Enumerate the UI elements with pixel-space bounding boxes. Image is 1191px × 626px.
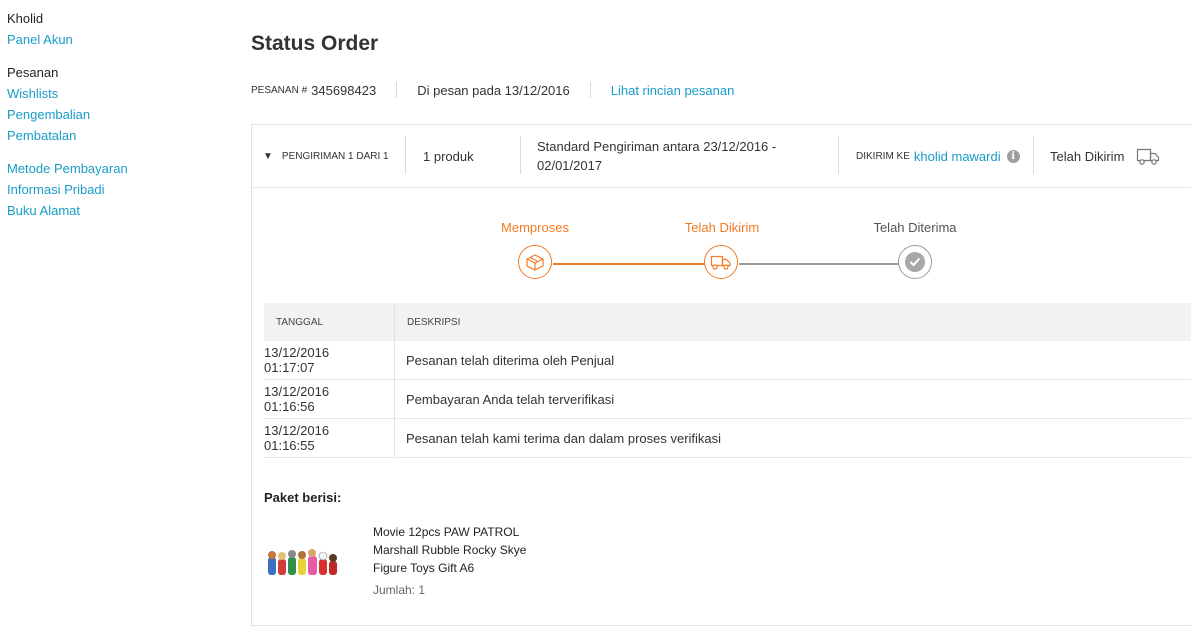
row-date: 13/12/2016 01:16:55 (264, 419, 395, 458)
divider (1033, 136, 1034, 174)
delivery-line-1: Standard Pengiriman antara 23/12/2016 - (537, 137, 776, 156)
step-label-telah-dikirim: Telah Dikirim (652, 220, 792, 235)
shipment-status-text: Telah Dikirim (1050, 149, 1124, 164)
shipment-product-count: 1 produk (423, 125, 474, 187)
product-name-line: Marshall Rubble Rocky Skye (373, 541, 573, 559)
table-row: 13/12/2016 01:17:07 Pesanan telah diteri… (264, 341, 1191, 380)
table-header-row: TANGGAL DESKRIPSI (264, 303, 1191, 341)
step-telah-diterima (898, 245, 932, 279)
sidebar-item-panel-akun[interactable]: Panel Akun (7, 29, 237, 50)
order-detail-link[interactable]: Lihat rincian pesanan (611, 83, 735, 98)
column-header-deskripsi: DESKRIPSI (395, 303, 1191, 341)
row-description: Pesanan telah diterima oleh Penjual (395, 341, 1191, 380)
info-icon[interactable]: i (1007, 150, 1020, 163)
delivery-line-2: 02/01/2017 (537, 156, 776, 175)
shipment-toggle[interactable]: ▼ PENGIRIMAN 1 DARI 1 (263, 125, 389, 187)
order-history-table: TANGGAL DESKRIPSI 13/12/2016 01:17:07 Pe… (264, 303, 1191, 458)
truck-icon (710, 253, 732, 271)
divider (405, 136, 406, 174)
sidebar-section-pesanan[interactable]: Pesanan (7, 62, 237, 83)
table-row: 13/12/2016 01:16:56 Pembayaran Anda tela… (264, 380, 1191, 419)
sidebar-item-metode-pembayaran[interactable]: Metode Pembayaran (7, 158, 237, 179)
box-icon (524, 252, 546, 272)
row-date: 13/12/2016 01:16:56 (264, 380, 395, 419)
order-number: 345698423 (311, 83, 376, 98)
shipment-status: Telah Dikirim (1050, 125, 1160, 187)
step-telah-dikirim (704, 245, 738, 279)
sidebar-item-pengembalian[interactable]: Pengembalian (7, 104, 237, 125)
row-date: 13/12/2016 01:17:07 (264, 341, 395, 380)
account-sidebar: Kholid Panel Akun Pesanan Wishlists Peng… (7, 0, 237, 221)
progress-line-pending (739, 263, 901, 265)
truck-icon (1136, 146, 1160, 166)
sidebar-item-informasi-pribadi[interactable]: Informasi Pribadi (7, 179, 237, 200)
divider (520, 136, 521, 174)
step-label-telah-diterima: Telah Diterima (845, 220, 985, 235)
step-label-memproses: Memproses (465, 220, 605, 235)
divider (590, 82, 591, 98)
sidebar-item-pembatalan[interactable]: Pembatalan (7, 125, 237, 146)
product-name-link[interactable]: Movie 12pcs PAW PATROL Marshall Rubble R… (373, 523, 573, 577)
user-name: Kholid (7, 8, 237, 29)
caret-down-icon: ▼ (263, 151, 273, 162)
row-description: Pesanan telah kami terima dan dalam pros… (395, 419, 1191, 458)
shipment-label: PENGIRIMAN 1 DARI 1 (282, 151, 389, 162)
package-heading: Paket berisi: (264, 490, 341, 505)
product-name-line: Figure Toys Gift A6 (373, 559, 573, 577)
sidebar-item-wishlists[interactable]: Wishlists (7, 83, 237, 104)
delivery-estimate: Standard Pengiriman antara 23/12/2016 - … (537, 125, 776, 187)
order-date: Di pesan pada 13/12/2016 (417, 83, 570, 98)
ship-to-name-link[interactable]: kholid mawardi (914, 149, 1001, 164)
row-description: Pembayaran Anda telah terverifikasi (395, 380, 1191, 419)
package-box: ▼ PENGIRIMAN 1 DARI 1 1 produk Standard … (251, 124, 1191, 626)
column-header-tanggal: TANGGAL (264, 303, 395, 341)
product-image[interactable] (266, 543, 340, 583)
check-icon (905, 252, 925, 272)
step-memproses (518, 245, 552, 279)
sidebar-item-buku-alamat[interactable]: Buku Alamat (7, 200, 237, 221)
order-number-label: PESANAN # (251, 85, 307, 96)
table-row: 13/12/2016 01:16:55 Pesanan telah kami t… (264, 419, 1191, 458)
shipment-header: ▼ PENGIRIMAN 1 DARI 1 1 produk Standard … (252, 125, 1191, 188)
divider (396, 82, 397, 98)
ship-to: DIKIRIM KE kholid mawardi i (856, 125, 1020, 187)
product-quantity: Jumlah: 1 (373, 583, 425, 597)
progress-line-done (553, 263, 705, 265)
page-title: Status Order (251, 32, 378, 56)
order-meta: PESANAN # 345698423 Di pesan pada 13/12/… (251, 80, 734, 100)
divider (838, 136, 839, 174)
product-name-line: Movie 12pcs PAW PATROL (373, 523, 573, 541)
ship-to-label: DIKIRIM KE (856, 151, 910, 162)
